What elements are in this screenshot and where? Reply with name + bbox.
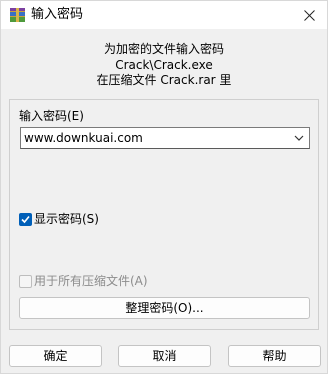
password-combobox[interactable]: www.downkuai.com bbox=[20, 127, 310, 149]
archive-info: 在压缩文件 Crack.rar 里 bbox=[96, 73, 232, 87]
all-archives-checkbox[interactable] bbox=[19, 275, 32, 288]
checkmark-icon bbox=[21, 215, 30, 224]
cancel-button[interactable]: 取消 bbox=[118, 345, 211, 367]
ok-button[interactable]: 确定 bbox=[9, 345, 102, 367]
winrar-icon bbox=[10, 8, 25, 22]
password-dialog: 输入密码 为加密的文件输入密码 Crack\Crack.exe 在压缩文件 Cr… bbox=[0, 0, 328, 374]
all-archives-label[interactable]: 用于所有压缩文件(A) bbox=[34, 273, 148, 289]
show-password-label[interactable]: 显示密码(S) bbox=[34, 211, 99, 227]
password-label: 输入密码(E) bbox=[19, 109, 84, 123]
title-bar[interactable]: 输入密码 bbox=[1, 1, 327, 29]
organize-passwords-button[interactable]: 整理密码(O)... bbox=[19, 297, 310, 319]
show-password-checkbox[interactable] bbox=[19, 213, 32, 226]
help-button[interactable]: 帮助 bbox=[228, 345, 321, 367]
window-title: 输入密码 bbox=[31, 7, 84, 22]
password-value[interactable]: www.downkuai.com bbox=[24, 130, 143, 146]
file-path: Crack\Crack.exe bbox=[115, 58, 213, 72]
close-icon bbox=[303, 9, 315, 21]
chevron-down-icon[interactable] bbox=[293, 132, 305, 144]
close-button[interactable] bbox=[295, 1, 323, 29]
prompt-text: 为加密的文件输入密码 bbox=[103, 42, 224, 56]
password-group: 输入密码(E) www.downkuai.com 显示密码(S) 用于所有压缩文… bbox=[9, 99, 319, 330]
